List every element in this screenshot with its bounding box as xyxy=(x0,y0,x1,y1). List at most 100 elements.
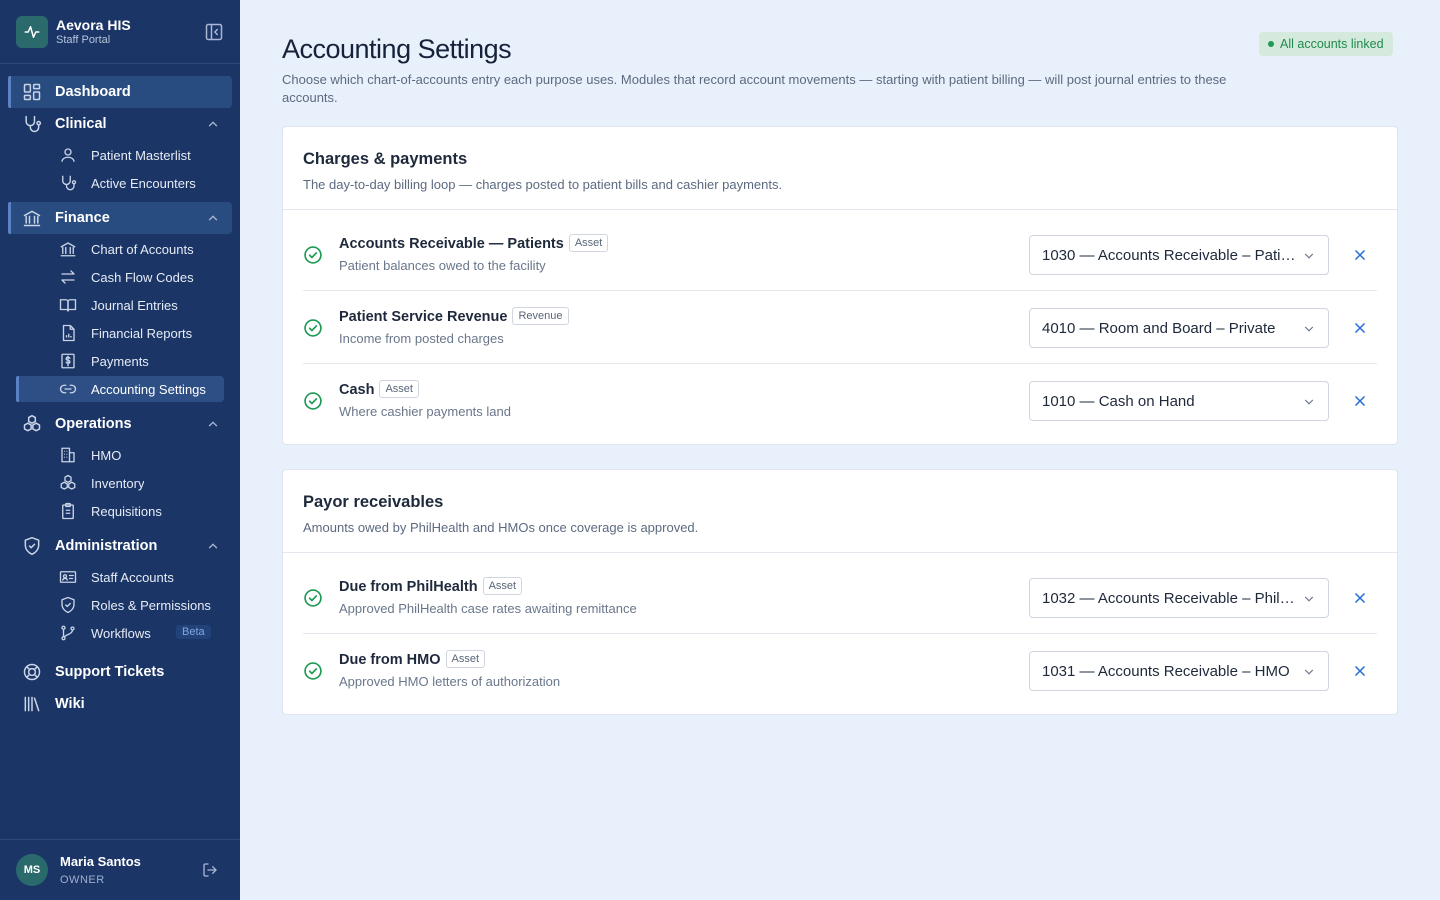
sidebar-group-label: Administration xyxy=(55,538,158,554)
account-select-value: 1032 — Accounts Receivable – PhilHealth xyxy=(1042,590,1296,607)
close-icon[interactable] xyxy=(1353,664,1367,678)
sidebar-item-label: Journal Entries xyxy=(91,298,178,313)
mapping-row: Cash Asset Where cashier payments land 10… xyxy=(303,364,1377,437)
mapping-description: Approved HMO letters of authorization xyxy=(339,674,561,689)
link-icon xyxy=(59,380,77,398)
close-icon[interactable] xyxy=(1353,321,1367,335)
sidebar-item-patient-masterlist[interactable]: Patient Masterlist xyxy=(16,142,224,168)
sidebar-item-chart-of-accounts[interactable]: Chart of Accounts xyxy=(16,236,224,262)
page-description: Choose which chart-of-accounts entry eac… xyxy=(282,72,1227,105)
avatar[interactable]: MS xyxy=(16,854,48,886)
sidebar-item-label: Active Encounters xyxy=(91,176,196,191)
sidebar-item-support-tickets[interactable]: Support Tickets xyxy=(8,656,232,688)
close-icon[interactable] xyxy=(1353,394,1367,408)
chevron-down-icon xyxy=(1302,249,1316,263)
stethoscope-icon xyxy=(22,114,42,134)
check-circle-icon xyxy=(303,661,323,681)
sidebar-item-label: Staff Accounts xyxy=(91,570,174,585)
mapping-row: Due from HMO Asset Approved HMO letters o… xyxy=(303,634,1377,707)
check-circle-icon xyxy=(303,245,323,265)
bank-icon xyxy=(59,240,77,258)
user-role: OWNER xyxy=(60,874,105,886)
card-subtitle: Amounts owed by PhilHealth and HMOs once… xyxy=(303,520,699,535)
mapping-name: Cash Asset xyxy=(339,380,419,398)
card-header: Charges & payments The day-to-day billin… xyxy=(283,127,1397,210)
sidebar-collapse-icon[interactable] xyxy=(204,22,224,42)
sidebar-item-cash-flow-codes[interactable]: Cash Flow Codes xyxy=(16,264,224,290)
dashboard-icon xyxy=(22,82,42,102)
mapping-name-text: Patient Service Revenue xyxy=(339,309,508,325)
mapping-name-text: Cash xyxy=(339,382,375,398)
sidebar-item-hmo[interactable]: HMO xyxy=(16,442,224,468)
check-circle-icon xyxy=(303,588,323,608)
sidebar-item-wiki[interactable]: Wiki xyxy=(8,688,232,720)
close-icon[interactable] xyxy=(1353,591,1367,605)
sidebar-item-roles-permissions[interactable]: Roles & Permissions xyxy=(16,592,224,618)
brand: Aevora HIS Staff Portal xyxy=(16,16,224,48)
bank-icon xyxy=(22,208,42,228)
sidebar-item-label: Wiki xyxy=(55,696,85,712)
close-icon[interactable] xyxy=(1353,248,1367,262)
mapping-name: Due from HMO Asset xyxy=(339,650,486,668)
brand-name: Aevora HIS xyxy=(56,17,131,33)
sidebar-item-inventory[interactable]: Inventory xyxy=(16,470,224,496)
book-icon xyxy=(59,296,77,314)
account-type-tag: Asset xyxy=(379,380,419,398)
sidebar-group-finance[interactable]: Finance xyxy=(8,202,232,234)
sidebar: Aevora HIS Staff Portal Dashboard Clinic… xyxy=(0,0,240,900)
chevron-down-icon xyxy=(1302,592,1316,606)
sidebar-item-label: Inventory xyxy=(91,476,145,491)
sidebar-group-operations[interactable]: Operations xyxy=(8,408,232,440)
sidebar-item-journal-entries[interactable]: Journal Entries xyxy=(16,292,224,318)
account-select[interactable]: 1010 — Cash on Hand xyxy=(1029,381,1329,421)
mapping-row: Patient Service Revenue Revenue Income fr… xyxy=(303,291,1377,364)
account-select-value: 4010 — Room and Board – Private xyxy=(1042,320,1276,337)
id-card-icon xyxy=(59,568,77,586)
boxes-icon xyxy=(59,474,77,492)
sidebar-item-label: Workflows xyxy=(91,626,151,641)
git-branch-icon xyxy=(59,624,77,642)
account-select[interactable]: 4010 — Room and Board – Private xyxy=(1029,308,1329,348)
lifebuoy-icon xyxy=(22,662,42,682)
account-select-value: 1030 — Accounts Receivable – Patients xyxy=(1042,247,1296,264)
card-header: Payor receivables Amounts owed by PhilHe… xyxy=(283,470,1397,553)
account-select[interactable]: 1031 — Accounts Receivable – HMO xyxy=(1029,651,1329,691)
beta-badge: Beta xyxy=(176,625,211,639)
boxes-icon xyxy=(22,414,42,434)
user-icon xyxy=(59,146,77,164)
sidebar-item-label: Requisitions xyxy=(91,504,162,519)
chevron-down-icon xyxy=(1302,665,1316,679)
chevron-up-icon xyxy=(206,539,220,553)
sidebar-item-label: Roles & Permissions xyxy=(91,598,211,613)
sidebar-item-dashboard[interactable]: Dashboard xyxy=(8,76,232,108)
mapping-name: Patient Service Revenue Revenue xyxy=(339,307,569,325)
sidebar-item-payments[interactable]: Payments xyxy=(16,348,224,374)
account-select[interactable]: 1032 — Accounts Receivable – PhilHealth xyxy=(1029,578,1329,618)
account-select-value: 1010 — Cash on Hand xyxy=(1042,393,1195,410)
account-type-tag: Asset xyxy=(482,577,523,595)
stethoscope-icon xyxy=(59,174,77,192)
sidebar-item-active-encounters[interactable]: Active Encounters xyxy=(16,170,224,196)
sidebar-item-financial-reports[interactable]: Financial Reports xyxy=(16,320,224,346)
logout-icon[interactable] xyxy=(202,862,218,878)
divider xyxy=(0,63,240,64)
sidebar-group-clinical[interactable]: Clinical xyxy=(8,108,232,140)
account-select[interactable]: 1030 — Accounts Receivable – Patients xyxy=(1029,235,1329,275)
clipboard-icon xyxy=(59,502,77,520)
divider xyxy=(0,839,240,840)
pulse-icon xyxy=(16,16,48,48)
status-dot xyxy=(1268,41,1274,47)
account-type-tag: Asset xyxy=(445,650,486,668)
sidebar-item-staff-accounts[interactable]: Staff Accounts xyxy=(16,564,224,590)
sidebar-group-administration[interactable]: Administration xyxy=(8,530,232,562)
mapping-description: Income from posted charges xyxy=(339,331,504,346)
mapping-row: Due from PhilHealth Asset Approved PhilHe… xyxy=(303,561,1377,634)
check-circle-icon xyxy=(303,318,323,338)
status-badge: All accounts linked xyxy=(1259,32,1393,56)
sidebar-item-accounting-settings[interactable]: Accounting Settings xyxy=(16,376,224,402)
card-title: Payor receivables xyxy=(303,493,444,511)
chevron-up-icon xyxy=(206,211,220,225)
sidebar-item-requisitions[interactable]: Requisitions xyxy=(16,498,224,524)
sidebar-item-workflows[interactable]: Workflows Beta xyxy=(16,620,224,646)
mapping-name: Due from PhilHealth Asset xyxy=(339,577,523,595)
